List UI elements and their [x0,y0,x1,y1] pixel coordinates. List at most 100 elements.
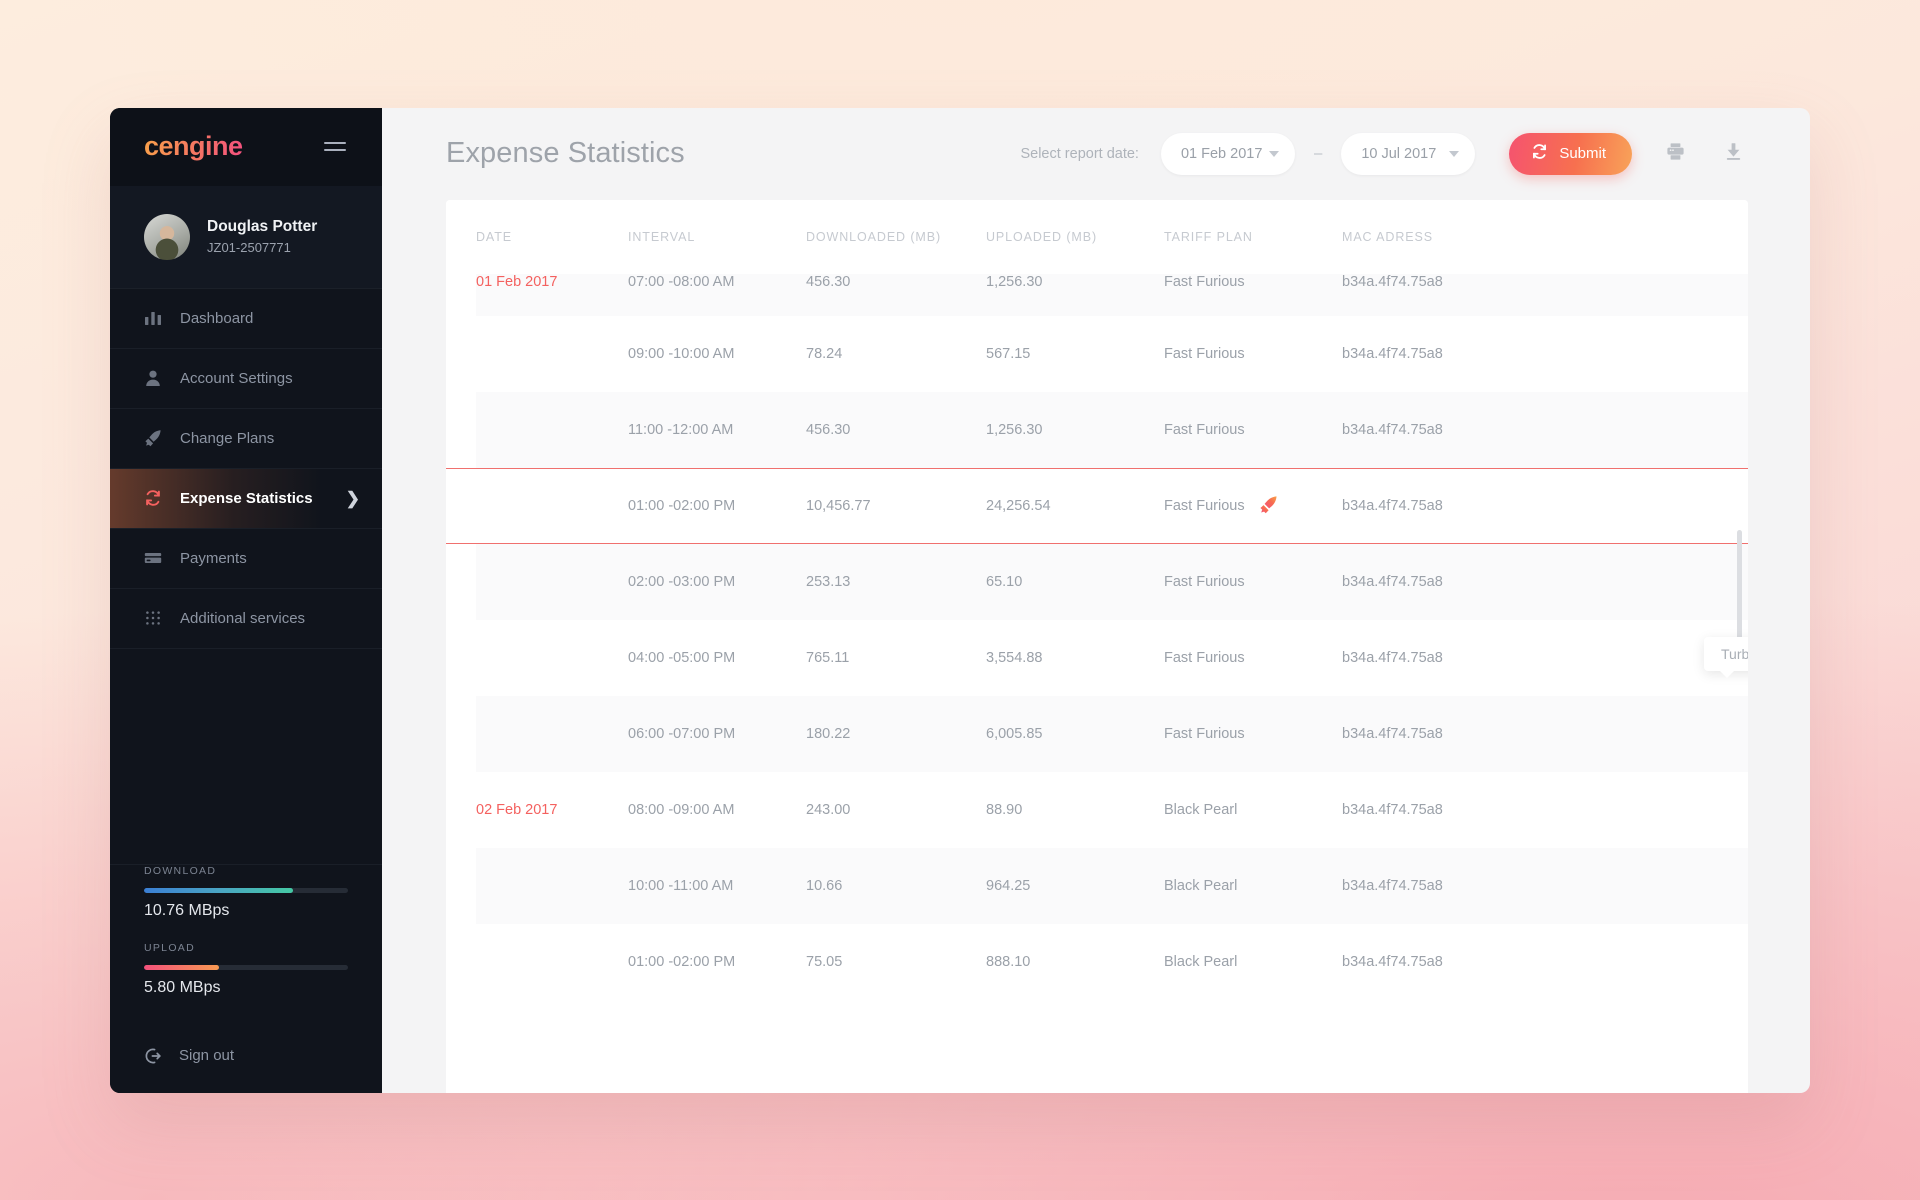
turbo-tooltip: Turbo Active [1704,636,1748,678]
cell-mac-address: b34a.4f74.75a8 [1342,573,1443,590]
cell-tariff-plan: Fast Furious [1164,495,1342,517]
cell-uploaded: 3,554.88 [986,649,1043,666]
download-icon [1723,141,1744,167]
chevron-right-icon: ❯ [345,488,360,508]
sidebar-item-additional-services[interactable]: Additional services [110,588,382,649]
cell-tariff-plan: Fast Furious [1164,274,1342,290]
download-button[interactable] [1718,139,1748,169]
sign-out-icon [144,1047,162,1065]
cell-uploaded: 1,256.30 [986,421,1043,438]
sidebar-item-account-settings[interactable]: Account Settings [110,348,382,409]
table-row[interactable]: 02:00 -03:00 PM 253.13 65.10 Fast Furious b3… [476,543,1748,620]
print-button[interactable] [1660,139,1690,169]
cell-downloaded: 180.22 [806,725,851,742]
cell-interval: 11:00 -12:00 AM [628,421,734,438]
cell-tariff-plan: Fast Furious [1164,346,1342,362]
cell-mac-address: b34a.4f74.75a8 [1342,497,1443,514]
column-header-uploaded: UPLOADED (MB) [986,229,1098,244]
grid-dots-icon [144,609,162,627]
upload-meter-label: UPLOAD [144,941,195,954]
cell-interval: 02:00 -03:00 PM [628,573,736,590]
cell-mac-address: b34a.4f74.75a8 [1342,953,1443,970]
sidebar-item-dashboard[interactable]: Dashboard [110,288,382,349]
table-row[interactable]: 01 Feb 2017 07:00 -08:00 AM 456.30 1,256.30… [476,273,1748,316]
column-header-date: DATE [476,229,513,244]
cell-uploaded: 567.15 [986,345,1031,362]
tariff-plan-label: Fast Furious [1164,573,1245,590]
cell-downloaded: 253.13 [806,573,851,590]
cell-interval: 04:00 -05:00 PM [628,649,736,666]
date-from-select[interactable]: 01 Feb 2017 [1160,132,1295,175]
column-header-interval: INTERVAL [628,229,696,244]
upload-meter-track [144,964,348,970]
chevron-down-icon [1449,150,1460,157]
profile-name: Douglas Potter [207,217,318,235]
table-row[interactable]: 04:00 -05:00 PM 765.11 3,554.88 Fast Furiou… [476,620,1748,696]
table-row[interactable]: 06:00 -07:00 PM 180.22 6,005.85 Fast Furiou… [476,695,1748,772]
avatar [144,213,190,260]
app-logo[interactable]: cengine [144,131,243,162]
date-from-value: 01 Feb 2017 [1180,145,1263,162]
tariff-plan-label: Fast Furious [1164,649,1245,666]
credit-card-icon [144,549,162,567]
sidebar-item-expense-statistics[interactable]: Expense Statistics ❯ [110,468,382,529]
sidebar-item-label: Additional services [180,609,306,627]
tariff-plan-label: Fast Furious [1164,725,1245,742]
expense-table-card: DATE INTERVAL DOWNLOADED (MB) UPLOADED (… [446,199,1748,1093]
hamburger-menu-icon[interactable] [324,142,346,151]
sidebar-item-payments[interactable]: Payments [110,528,382,589]
cell-tariff-plan: Fast Furious [1164,650,1342,666]
cell-downloaded: 78.24 [806,345,843,362]
cell-uploaded: 88.90 [986,801,1023,818]
turbo-tooltip-text: Turbo Active [1721,645,1748,662]
page-title: Expense Statistics [446,137,685,169]
bar-chart-icon [144,309,162,327]
refresh-icon [144,489,162,507]
sign-out-label: Sign out [179,1047,235,1064]
sidebar-item-label: Dashboard [180,309,254,327]
table-row[interactable]: 01:00 -02:00 PM 10,456.77 24,256.54 Fast Fu… [446,467,1748,544]
date-to-select[interactable]: 10 Jul 2017 [1341,132,1476,175]
user-profile[interactable]: Douglas Potter JZ01-2507771 [110,185,382,289]
sidebar: cengine Douglas Potter JZ01-2507771 Dash… [110,107,382,1093]
sign-out-button[interactable]: Sign out [110,1018,382,1093]
date-range-separator: – [1313,145,1323,162]
cell-interval: 06:00 -07:00 PM [628,725,736,742]
cell-date: 01 Feb 2017 [476,273,558,290]
cell-tariff-plan: Fast Furious [1164,726,1342,742]
cell-mac-address: b34a.4f74.75a8 [1342,877,1443,894]
upload-meter-value: 5.80 MBps [144,978,221,996]
table-row[interactable]: 11:00 -12:00 AM 456.30 1,256.30 Fast Furiou… [476,391,1748,468]
table-row[interactable]: 01:00 -02:00 PM 75.05 888.10 Black Pearl b34… [476,924,1748,1000]
tariff-plan-label: Black Pearl [1164,953,1238,970]
table-row[interactable]: 02 Feb 2017 08:00 -09:00 AM 243.00 88.90 Bla… [476,772,1748,848]
table-body: 01 Feb 2017 07:00 -08:00 AM 456.30 1,256.30… [446,273,1748,1093]
rocket-icon [144,429,162,447]
chevron-down-icon [1268,150,1279,157]
sidebar-item-change-plans[interactable]: Change Plans [110,408,382,469]
cell-uploaded: 1,256.30 [986,273,1043,290]
sidebar-spacer [110,648,382,865]
table-scrollbar[interactable] [1737,529,1742,930]
cell-interval: 07:00 -08:00 AM [628,273,735,290]
turbo-rocket-icon[interactable] [1259,495,1278,517]
table-row[interactable]: 09:00 -10:00 AM 78.24 567.15 Fast Furious b3… [476,316,1748,392]
cell-mac-address: b34a.4f74.75a8 [1342,725,1443,742]
table-row[interactable]: 10:00 -11:00 AM 10.66 964.25 Black Pearl b34… [476,847,1748,924]
cell-interval: 10:00 -11:00 AM [628,877,734,894]
submit-button[interactable]: Submit [1509,132,1632,175]
profile-id: JZ01-2507771 [207,239,291,255]
download-meter-label: DOWNLOAD [144,864,217,877]
app-window: cengine Douglas Potter JZ01-2507771 Dash… [110,107,1810,1093]
cell-tariff-plan: Fast Furious [1164,422,1342,438]
cell-downloaded: 10,456.77 [806,497,871,514]
speed-meters: DOWNLOAD 10.76 MBps UPLOAD 5.80 MBps [110,864,382,1019]
cell-mac-address: b34a.4f74.75a8 [1342,273,1443,290]
sidebar-header: cengine [110,107,382,186]
upload-meter-fill [144,964,220,970]
printer-icon [1665,141,1686,167]
tariff-plan-label: Fast Furious [1164,497,1245,514]
cell-downloaded: 10.66 [806,877,843,894]
page-toolbar: Expense Statistics Select report date: 0… [382,108,1810,200]
download-meter-track [144,887,348,893]
